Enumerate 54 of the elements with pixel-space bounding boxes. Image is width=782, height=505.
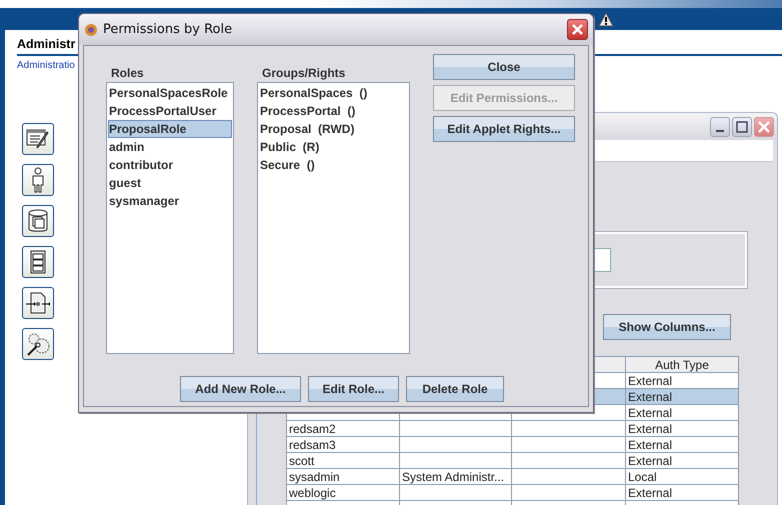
close-icon: [571, 23, 584, 36]
action-button[interactable]: Edit Applet Rights...: [433, 116, 575, 142]
table-cell: External: [626, 436, 738, 452]
show-columns-button[interactable]: Show Columns...: [603, 314, 731, 340]
action-button[interactable]: Edit Role...: [308, 376, 399, 402]
groups-list[interactable]: PersonalSpaces () ProcessPortal () Proposal (RWD) Public (R) Secure (): [257, 82, 410, 354]
groups-label: Groups/Rights: [262, 66, 346, 80]
group-item[interactable]: Proposal (RWD): [259, 120, 408, 138]
editor-icon[interactable]: [22, 123, 54, 155]
group-item[interactable]: Secure (): [259, 156, 408, 174]
role-item[interactable]: PersonalSpacesRole: [108, 84, 232, 102]
table-cell: External: [626, 452, 738, 468]
close-button[interactable]: Close: [433, 54, 575, 80]
minimize-icon: [716, 130, 724, 132]
group-item[interactable]: ProcessPortal (): [259, 102, 408, 120]
group-item[interactable]: PersonalSpaces (): [259, 84, 408, 102]
table-cell: sysadmin: [286, 468, 400, 484]
role-item[interactable]: contributor: [108, 156, 232, 174]
table-cell: External: [626, 420, 738, 436]
role-item[interactable]: sysmanager: [108, 192, 232, 210]
breadcrumb-link[interactable]: Administratio: [17, 60, 75, 71]
table-cell: weblogic: [286, 484, 400, 500]
group-item[interactable]: Public (R): [259, 138, 408, 156]
table-cell: External: [626, 388, 738, 404]
minimize-button[interactable]: [710, 116, 730, 136]
roles-list[interactable]: PersonalSpacesRole ProcessPortalUser ProposalRole admin contributor guest sysmanager: [106, 82, 234, 354]
table-cell: Local: [626, 468, 738, 484]
table-cell: System Administr...: [400, 468, 512, 484]
table-cell: External: [626, 484, 738, 500]
dialog-title: Permissions by Role: [103, 22, 234, 37]
app-icon: [84, 22, 98, 36]
database-icon[interactable]: [22, 205, 54, 237]
table-cell: redsam3: [286, 436, 400, 452]
role-item[interactable]: ProposalRole: [108, 120, 232, 138]
process-icon[interactable]: [22, 287, 54, 319]
close-icon: [758, 120, 770, 132]
user-icon[interactable]: [22, 164, 54, 196]
action-button[interactable]: Add New Role...: [180, 376, 301, 402]
roles-label: Roles: [111, 66, 145, 80]
role-item[interactable]: admin: [108, 138, 232, 156]
warning-icon[interactable]: [598, 12, 614, 26]
table-cell: scott: [286, 452, 400, 468]
action-button[interactable]: Delete Role: [406, 376, 504, 402]
table-cell: redsam2: [286, 420, 400, 436]
close-button[interactable]: [567, 19, 588, 40]
role-item[interactable]: guest: [108, 174, 232, 192]
page-heading: Administr: [17, 37, 76, 53]
table-cell: External: [626, 404, 738, 420]
role-item[interactable]: ProcessPortalUser: [108, 102, 232, 120]
column-header[interactable]: Auth Type: [626, 356, 738, 372]
cabinet-icon[interactable]: [22, 246, 54, 278]
maximize-button[interactable]: [732, 116, 752, 136]
maximize-icon: [736, 120, 748, 132]
gears-icon[interactable]: [22, 328, 54, 360]
